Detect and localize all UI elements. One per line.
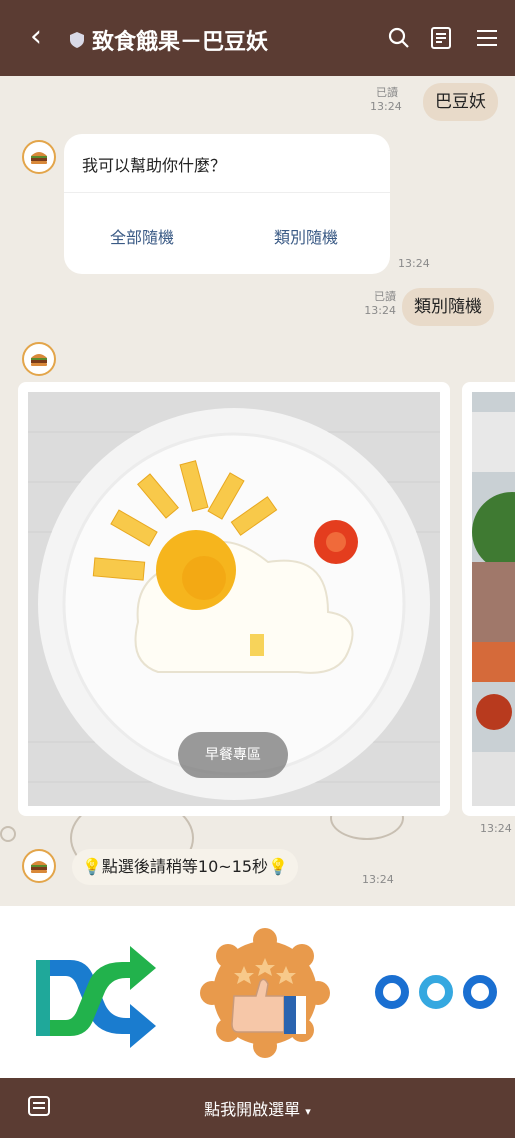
lightbulb-icon: 💡: [268, 857, 288, 876]
bot-avatar[interactable]: [22, 342, 56, 376]
message-time: 13:24: [480, 822, 512, 835]
bot-notice-bubble[interactable]: 💡點選後請稍等10~15秒💡: [72, 849, 298, 885]
user-message-bubble[interactable]: 巴豆妖: [423, 83, 498, 121]
chat-area[interactable]: 已讀 13:24 巴豆妖 我可以幫助你什麼？ 全部隨機 類別隨機 13:24 已讀…: [0, 76, 515, 906]
category-label-button[interactable]: 早餐專區: [178, 732, 288, 778]
caret-down-icon: ▾: [305, 1105, 311, 1118]
bot-avatar[interactable]: [22, 140, 56, 174]
chevron-left-icon[interactable]: ‹: [30, 22, 42, 52]
carousel-card-breakfast[interactable]: 早餐專區: [18, 382, 450, 816]
open-menu-button[interactable]: 點我開啟選單 ▾: [0, 1096, 515, 1120]
bot-avatar[interactable]: [22, 849, 56, 883]
shield-icon: [70, 32, 84, 48]
open-menu-label: 點我開啟選單: [204, 1100, 301, 1119]
thumbs-up-badge-icon[interactable]: [200, 928, 330, 1058]
chat-header: ‹ 致食餓果－巴豆妖: [0, 0, 515, 76]
card-question: 我可以幫助你什麼？: [82, 156, 227, 175]
read-receipt: 已讀 13:24: [370, 86, 402, 113]
rich-menu: [0, 906, 515, 1078]
notes-icon[interactable]: [428, 25, 454, 51]
message-time: 13:24: [398, 257, 430, 270]
user-message-bubble[interactable]: 類別隨機: [402, 288, 494, 326]
shuffle-icon[interactable]: [30, 926, 160, 1054]
search-icon[interactable]: [386, 25, 412, 51]
read-receipt: 已讀 13:24: [364, 290, 396, 317]
lightbulb-icon: 💡: [82, 857, 102, 876]
option-all-random[interactable]: 全部隨機: [110, 224, 174, 248]
notice-text: 點選後請稍等10~15秒: [101, 857, 269, 876]
card-divider: [64, 192, 390, 193]
bottom-bar: 點我開啟選單 ▾: [0, 1078, 515, 1138]
more-dots-icon[interactable]: [372, 972, 502, 1012]
burger-icon: [31, 354, 47, 366]
bot-quick-reply-card: 我可以幫助你什麼？ 全部隨機 類別隨機: [64, 134, 390, 274]
chat-title: 致食餓果－巴豆妖: [92, 30, 269, 55]
food-image: [472, 392, 515, 806]
menu-icon[interactable]: [474, 25, 500, 51]
carousel-card-next[interactable]: [462, 382, 515, 816]
burger-icon: [31, 152, 47, 164]
option-category-random[interactable]: 類別隨機: [274, 224, 338, 248]
burger-icon: [31, 861, 47, 873]
message-time: 13:24: [362, 873, 394, 886]
background-doodle: [0, 826, 16, 842]
